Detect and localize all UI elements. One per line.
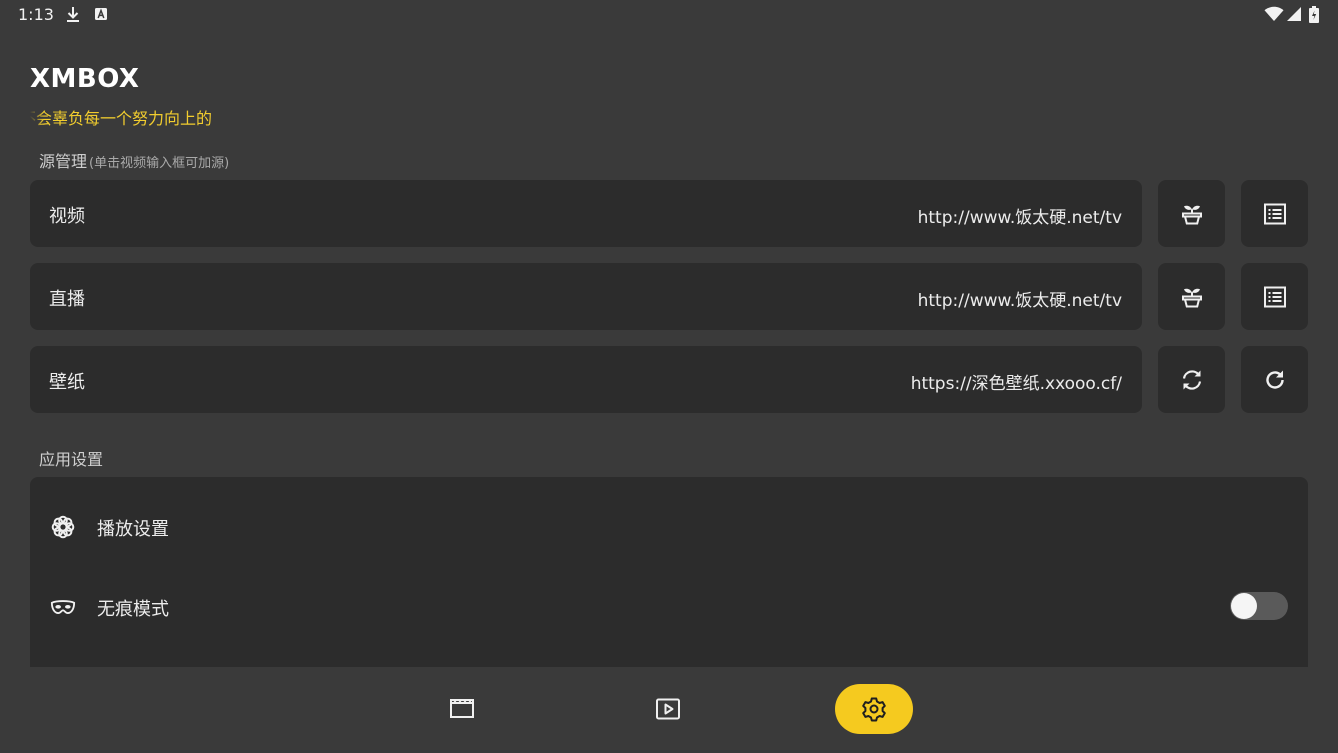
source-label: 直播	[49, 289, 85, 310]
marquee-banner: 不会辜负每一个努力向上的	[30, 104, 226, 130]
source-label: 壁纸	[49, 372, 85, 393]
cell-signal-icon	[1286, 6, 1302, 26]
source-section-hint: (单击视频输入框可加源)	[89, 156, 230, 171]
incognito-toggle[interactable]	[1230, 592, 1288, 620]
clapperboard-icon	[450, 699, 474, 718]
download-icon	[65, 6, 81, 28]
status-time: 1:13	[18, 5, 54, 24]
toggle-knob	[1231, 593, 1257, 619]
marquee-text: 不会辜负每一个努力向上的	[30, 109, 213, 128]
source-section-label: 源管理	[39, 152, 88, 171]
flower-icon	[50, 514, 76, 540]
mask-icon	[50, 594, 76, 620]
video-source-list-button[interactable]	[1241, 180, 1308, 247]
plant-pot-icon	[1181, 205, 1202, 224]
live-source-list-button[interactable]	[1241, 263, 1308, 330]
status-bar: 1:13	[0, 0, 1338, 30]
source-url: https://深色壁纸.xxooo.cf/	[910, 374, 1122, 394]
setting-label: 播放设置	[97, 519, 169, 540]
keyboard-a-icon	[94, 6, 108, 26]
setting-playback[interactable]: 播放设置	[30, 497, 1308, 557]
wallpaper-refresh-button[interactable]	[1241, 346, 1308, 413]
setting-label: 无痕模式	[97, 599, 169, 620]
app-settings-title: 应用设置	[39, 450, 104, 469]
app-settings-card: 播放设置 无痕模式	[30, 477, 1308, 667]
list-icon	[1263, 203, 1286, 224]
gear-icon	[862, 697, 886, 722]
video-source-plant-button[interactable]	[1158, 180, 1225, 247]
nav-live-button[interactable]	[629, 684, 707, 734]
play-icon	[656, 698, 680, 720]
source-row-wallpaper[interactable]: 壁纸 https://深色壁纸.xxooo.cf/	[30, 346, 1142, 413]
nav-vod-button[interactable]	[423, 684, 501, 734]
setting-incognito[interactable]: 无痕模式	[30, 577, 1308, 637]
source-row-video[interactable]: 视频 http://www.饭太硬.net/tv	[30, 180, 1142, 247]
live-source-plant-button[interactable]	[1158, 263, 1225, 330]
battery-icon	[1309, 6, 1319, 27]
plant-pot-icon	[1181, 288, 1202, 307]
marquee-fade-left	[30, 104, 44, 130]
bottom-nav	[0, 667, 1338, 753]
source-section-title: 源管理 (单击视频输入框可加源)	[39, 148, 229, 172]
sync-icon	[1182, 369, 1201, 390]
source-row-live[interactable]: 直播 http://www.饭太硬.net/tv	[30, 263, 1142, 330]
source-url: http://www.饭太硬.net/tv	[917, 208, 1122, 228]
app-title: XMBOX	[30, 64, 140, 94]
refresh-icon	[1265, 370, 1284, 389]
marquee-fade-right	[212, 104, 226, 130]
wallpaper-sync-button[interactable]	[1158, 346, 1225, 413]
source-url: http://www.饭太硬.net/tv	[917, 291, 1122, 311]
source-label: 视频	[49, 206, 85, 227]
list-icon	[1263, 286, 1286, 307]
nav-settings-button[interactable]	[835, 684, 913, 734]
wifi-icon	[1264, 6, 1284, 26]
